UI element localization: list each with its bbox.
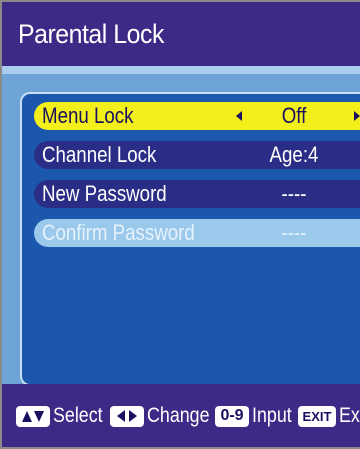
menu-panel: Menu Lock Off Channel Lock Age:4 New Pas… bbox=[2, 66, 360, 386]
hint-select: Select bbox=[16, 404, 111, 428]
digit-keys-badge: 0-9 bbox=[215, 405, 249, 427]
hint-select-label: Select bbox=[53, 404, 103, 427]
exit-key-badge: EXIT bbox=[298, 405, 336, 427]
menu-item-label: New Password bbox=[42, 181, 167, 206]
hint-exit: EXIT Exi bbox=[298, 404, 360, 428]
menu-item-label: Menu Lock bbox=[42, 103, 134, 128]
menu-item-label: Channel Lock bbox=[42, 142, 157, 167]
hint-change-label: Change bbox=[147, 404, 210, 427]
menu-item-value: Age:4 bbox=[269, 142, 319, 167]
arrow-left-icon[interactable] bbox=[236, 111, 242, 121]
arrow-right-icon[interactable] bbox=[354, 111, 360, 121]
hint-input-label: Input bbox=[252, 404, 292, 427]
up-down-arrows-icon bbox=[16, 405, 50, 427]
menu-item-confirm-password: Confirm Password ---- bbox=[34, 219, 360, 247]
hint-exit-label: Exi bbox=[339, 404, 360, 427]
hint-change: Change bbox=[110, 404, 221, 428]
panel-top-band bbox=[2, 66, 360, 74]
menu-item-label: Confirm Password bbox=[42, 220, 195, 245]
page-title: Parental Lock bbox=[18, 19, 164, 49]
hint-input: 0-9 Input bbox=[215, 404, 299, 428]
menu-item-value: ---- bbox=[281, 181, 307, 206]
menu-item-value: Off bbox=[281, 103, 307, 128]
menu-item-channel-lock[interactable]: Channel Lock Age:4 bbox=[34, 141, 360, 169]
header: Parental Lock bbox=[2, 2, 360, 66]
menu-box: Menu Lock Off Channel Lock Age:4 New Pas… bbox=[20, 92, 360, 386]
footer-hints: Select Change 0-9 Input EXIT Exi bbox=[2, 384, 360, 447]
left-right-arrows-icon bbox=[110, 405, 144, 427]
menu-item-menu-lock[interactable]: Menu Lock Off bbox=[34, 102, 360, 130]
menu-item-value: ---- bbox=[281, 220, 307, 245]
menu-item-new-password[interactable]: New Password ---- bbox=[34, 180, 360, 208]
